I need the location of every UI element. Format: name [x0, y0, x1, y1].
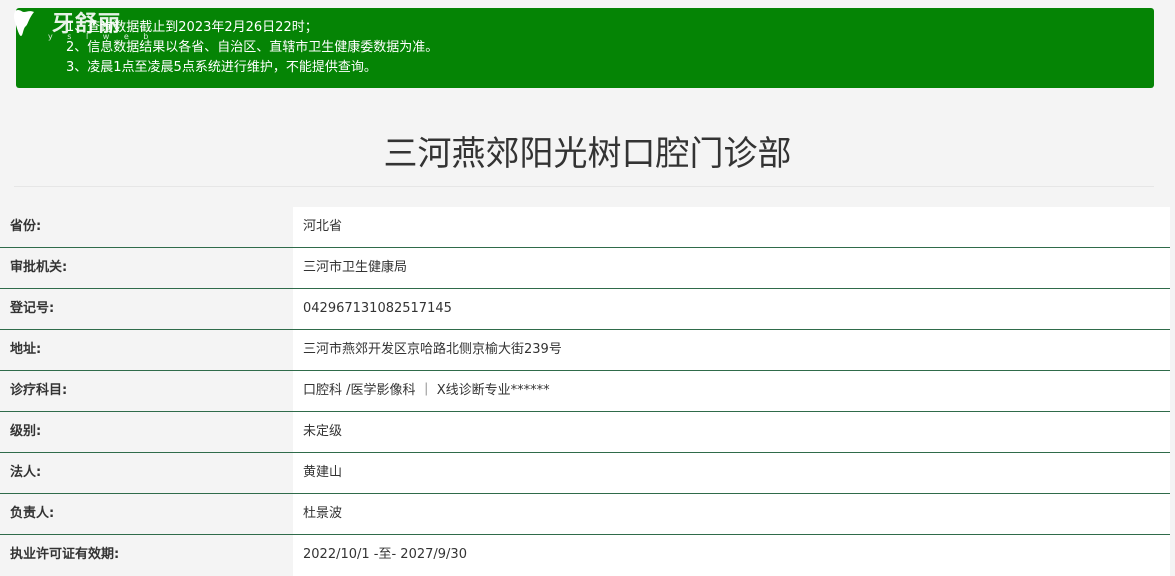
row-label-legal-person: 法人:: [0, 453, 293, 493]
table-row: 负责人: 杜景波: [0, 494, 1170, 535]
row-value-license-validity: 2022/10/1 -至- 2027/9/30: [293, 535, 1170, 576]
notice-line: 3、凌晨1点至凌晨5点系统进行维护，不能提供查询。: [66, 60, 377, 75]
table-row: 法人: 黄建山: [0, 453, 1170, 494]
clinic-info-table: 省份: 河北省 审批机关: 三河市卫生健康局 登记号: 042967131082…: [0, 207, 1170, 576]
logo-sub-text: y s l w e b: [48, 32, 155, 41]
row-label-departments: 诊疗科目:: [0, 371, 293, 411]
row-value-authority: 三河市卫生健康局: [293, 248, 1170, 288]
row-label-registration: 登记号:: [0, 289, 293, 329]
row-label-license-validity: 执业许可证有效期:: [0, 535, 293, 576]
tooth-logo-icon: [14, 10, 34, 36]
notice-banner: 1、查询数据截止到2023年2月26日22时； 2、信息数据结果以各省、自治区、…: [16, 8, 1154, 88]
table-row: 省份: 河北省: [0, 207, 1170, 248]
table-row: 诊疗科目: 口腔科 /医学影像科 ｜ X线诊断专业******: [0, 371, 1170, 412]
row-value-registration: 042967131082517145: [293, 289, 1170, 329]
row-value-legal-person: 黄建山: [293, 453, 1170, 493]
row-label-authority: 审批机关:: [0, 248, 293, 288]
table-row: 审批机关: 三河市卫生健康局: [0, 248, 1170, 289]
row-value-person-in-charge: 杜景波: [293, 494, 1170, 534]
title-divider: [14, 186, 1154, 187]
row-label-level: 级别:: [0, 412, 293, 452]
row-value-address: 三河市燕郊开发区京哈路北侧京榆大街239号: [293, 330, 1170, 370]
row-value-province: 河北省: [293, 207, 1170, 247]
table-row: 级别: 未定级: [0, 412, 1170, 453]
row-value-departments: 口腔科 /医学影像科 ｜ X线诊断专业******: [293, 371, 1170, 411]
table-row: 执业许可证有效期: 2022/10/1 -至- 2027/9/30: [0, 535, 1170, 576]
table-row: 地址: 三河市燕郊开发区京哈路北侧京榆大街239号: [0, 330, 1170, 371]
row-label-person-in-charge: 负责人:: [0, 494, 293, 534]
site-logo[interactable]: 牙舒丽 y s l w e b: [8, 2, 158, 46]
notice-line: 1、查询数据截止到2023年2月26日22时；: [66, 20, 318, 35]
notice-line: 2、信息数据结果以各省、自治区、直辖市卫生健康委数据为准。: [66, 40, 439, 55]
table-row: 登记号: 042967131082517145: [0, 289, 1170, 330]
row-label-address: 地址:: [0, 330, 293, 370]
row-label-province: 省份:: [0, 207, 293, 247]
row-value-level: 未定级: [293, 412, 1170, 452]
page-title: 三河燕郊阳光树口腔门诊部: [383, 134, 792, 174]
